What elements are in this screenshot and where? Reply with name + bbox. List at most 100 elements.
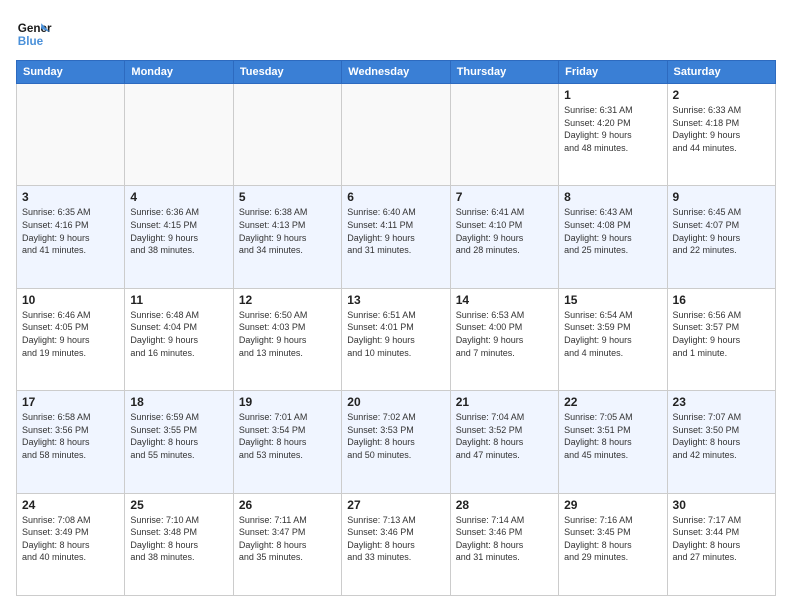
calendar-cell: 5 Sunrise: 6:38 AM Sunset: 4:13 PM Daylig… — [233, 186, 341, 288]
calendar-cell: 16 Sunrise: 6:56 AM Sunset: 3:57 PM Dayli… — [667, 288, 775, 390]
calendar-week-3: 17 Sunrise: 6:58 AM Sunset: 3:56 PM Dayli… — [17, 391, 776, 493]
logo: General Blue — [16, 16, 58, 52]
day-number: 26 — [239, 498, 336, 512]
day-number: 30 — [673, 498, 770, 512]
calendar-cell — [17, 84, 125, 186]
day-info: Sunrise: 7:01 AM Sunset: 3:54 PM Dayligh… — [239, 411, 336, 461]
calendar-cell: 11 Sunrise: 6:48 AM Sunset: 4:04 PM Dayli… — [125, 288, 233, 390]
day-info: Sunrise: 6:36 AM Sunset: 4:15 PM Dayligh… — [130, 206, 227, 256]
calendar-cell: 27 Sunrise: 7:13 AM Sunset: 3:46 PM Dayli… — [342, 493, 450, 595]
day-info: Sunrise: 7:16 AM Sunset: 3:45 PM Dayligh… — [564, 514, 661, 564]
calendar-header-tuesday: Tuesday — [233, 61, 341, 84]
calendar-cell: 1 Sunrise: 6:31 AM Sunset: 4:20 PM Daylig… — [559, 84, 667, 186]
calendar-cell: 23 Sunrise: 7:07 AM Sunset: 3:50 PM Dayli… — [667, 391, 775, 493]
calendar-header-sunday: Sunday — [17, 61, 125, 84]
day-info: Sunrise: 6:41 AM Sunset: 4:10 PM Dayligh… — [456, 206, 553, 256]
day-number: 10 — [22, 293, 119, 307]
day-number: 22 — [564, 395, 661, 409]
calendar-cell — [450, 84, 558, 186]
calendar-cell: 4 Sunrise: 6:36 AM Sunset: 4:15 PM Daylig… — [125, 186, 233, 288]
calendar-cell — [342, 84, 450, 186]
day-info: Sunrise: 6:38 AM Sunset: 4:13 PM Dayligh… — [239, 206, 336, 256]
day-info: Sunrise: 7:10 AM Sunset: 3:48 PM Dayligh… — [130, 514, 227, 564]
day-info: Sunrise: 7:02 AM Sunset: 3:53 PM Dayligh… — [347, 411, 444, 461]
day-info: Sunrise: 6:35 AM Sunset: 4:16 PM Dayligh… — [22, 206, 119, 256]
day-number: 16 — [673, 293, 770, 307]
day-number: 23 — [673, 395, 770, 409]
day-number: 9 — [673, 190, 770, 204]
day-number: 3 — [22, 190, 119, 204]
day-number: 15 — [564, 293, 661, 307]
calendar-table: SundayMondayTuesdayWednesdayThursdayFrid… — [16, 60, 776, 596]
day-number: 4 — [130, 190, 227, 204]
svg-text:Blue: Blue — [18, 35, 44, 48]
logo-icon: General Blue — [16, 16, 52, 52]
calendar-cell: 6 Sunrise: 6:40 AM Sunset: 4:11 PM Daylig… — [342, 186, 450, 288]
day-number: 18 — [130, 395, 227, 409]
calendar-cell: 21 Sunrise: 7:04 AM Sunset: 3:52 PM Dayli… — [450, 391, 558, 493]
day-info: Sunrise: 6:58 AM Sunset: 3:56 PM Dayligh… — [22, 411, 119, 461]
day-info: Sunrise: 7:13 AM Sunset: 3:46 PM Dayligh… — [347, 514, 444, 564]
calendar-week-1: 3 Sunrise: 6:35 AM Sunset: 4:16 PM Daylig… — [17, 186, 776, 288]
day-info: Sunrise: 6:54 AM Sunset: 3:59 PM Dayligh… — [564, 309, 661, 359]
day-number: 12 — [239, 293, 336, 307]
day-number: 14 — [456, 293, 553, 307]
day-info: Sunrise: 6:40 AM Sunset: 4:11 PM Dayligh… — [347, 206, 444, 256]
calendar-cell: 2 Sunrise: 6:33 AM Sunset: 4:18 PM Daylig… — [667, 84, 775, 186]
day-number: 7 — [456, 190, 553, 204]
calendar-week-2: 10 Sunrise: 6:46 AM Sunset: 4:05 PM Dayli… — [17, 288, 776, 390]
calendar-cell: 12Sunrise: 6:50 AM Sunset: 4:03 PM Dayli… — [233, 288, 341, 390]
calendar-header-monday: Monday — [125, 61, 233, 84]
day-info: Sunrise: 6:56 AM Sunset: 3:57 PM Dayligh… — [673, 309, 770, 359]
day-info: Sunrise: 7:17 AM Sunset: 3:44 PM Dayligh… — [673, 514, 770, 564]
calendar-header-wednesday: Wednesday — [342, 61, 450, 84]
day-number: 6 — [347, 190, 444, 204]
calendar-header-row: SundayMondayTuesdayWednesdayThursdayFrid… — [17, 61, 776, 84]
calendar-cell: 9 Sunrise: 6:45 AM Sunset: 4:07 PM Daylig… — [667, 186, 775, 288]
calendar-cell: 25 Sunrise: 7:10 AM Sunset: 3:48 PM Dayli… — [125, 493, 233, 595]
day-number: 24 — [22, 498, 119, 512]
calendar-cell: 24 Sunrise: 7:08 AM Sunset: 3:49 PM Dayli… — [17, 493, 125, 595]
day-info: Sunrise: 6:48 AM Sunset: 4:04 PM Dayligh… — [130, 309, 227, 359]
day-info: Sunrise: 6:45 AM Sunset: 4:07 PM Dayligh… — [673, 206, 770, 256]
day-number: 21 — [456, 395, 553, 409]
day-info: Sunrise: 6:43 AM Sunset: 4:08 PM Dayligh… — [564, 206, 661, 256]
calendar-cell: 18 Sunrise: 6:59 AM Sunset: 3:55 PM Dayli… — [125, 391, 233, 493]
calendar-week-0: 1 Sunrise: 6:31 AM Sunset: 4:20 PM Daylig… — [17, 84, 776, 186]
day-number: 1 — [564, 88, 661, 102]
day-info: Sunrise: 7:05 AM Sunset: 3:51 PM Dayligh… — [564, 411, 661, 461]
svg-text:General: General — [18, 22, 52, 35]
calendar-cell: 19 Sunrise: 7:01 AM Sunset: 3:54 PM Dayli… — [233, 391, 341, 493]
day-info: Sunrise: 7:04 AM Sunset: 3:52 PM Dayligh… — [456, 411, 553, 461]
calendar-cell: 3 Sunrise: 6:35 AM Sunset: 4:16 PM Daylig… — [17, 186, 125, 288]
day-number: 17 — [22, 395, 119, 409]
calendar-cell: 28Sunrise: 7:14 AM Sunset: 3:46 PM Dayli… — [450, 493, 558, 595]
calendar-cell: 14Sunrise: 6:53 AM Sunset: 4:00 PM Dayli… — [450, 288, 558, 390]
day-number: 5 — [239, 190, 336, 204]
day-info: Sunrise: 7:08 AM Sunset: 3:49 PM Dayligh… — [22, 514, 119, 564]
calendar-cell: 26Sunrise: 7:11 AM Sunset: 3:47 PM Dayli… — [233, 493, 341, 595]
day-number: 29 — [564, 498, 661, 512]
calendar-cell: 29 Sunrise: 7:16 AM Sunset: 3:45 PM Dayli… — [559, 493, 667, 595]
calendar-cell: 13Sunrise: 6:51 AM Sunset: 4:01 PM Dayli… — [342, 288, 450, 390]
calendar-header-saturday: Saturday — [667, 61, 775, 84]
day-number: 11 — [130, 293, 227, 307]
calendar-week-4: 24 Sunrise: 7:08 AM Sunset: 3:49 PM Dayli… — [17, 493, 776, 595]
day-info: Sunrise: 6:33 AM Sunset: 4:18 PM Dayligh… — [673, 104, 770, 154]
day-number: 19 — [239, 395, 336, 409]
calendar-cell: 8 Sunrise: 6:43 AM Sunset: 4:08 PM Daylig… — [559, 186, 667, 288]
day-info: Sunrise: 7:14 AM Sunset: 3:46 PM Dayligh… — [456, 514, 553, 564]
calendar-cell: 22 Sunrise: 7:05 AM Sunset: 3:51 PM Dayli… — [559, 391, 667, 493]
day-number: 8 — [564, 190, 661, 204]
calendar-header-thursday: Thursday — [450, 61, 558, 84]
day-info: Sunrise: 6:59 AM Sunset: 3:55 PM Dayligh… — [130, 411, 227, 461]
day-info: Sunrise: 7:07 AM Sunset: 3:50 PM Dayligh… — [673, 411, 770, 461]
day-info: Sunrise: 6:46 AM Sunset: 4:05 PM Dayligh… — [22, 309, 119, 359]
header: General Blue — [16, 16, 776, 52]
day-number: 2 — [673, 88, 770, 102]
calendar-cell: 30 Sunrise: 7:17 AM Sunset: 3:44 PM Dayli… — [667, 493, 775, 595]
day-info: Sunrise: 6:31 AM Sunset: 4:20 PM Dayligh… — [564, 104, 661, 154]
day-number: 27 — [347, 498, 444, 512]
calendar-cell: 17 Sunrise: 6:58 AM Sunset: 3:56 PM Dayli… — [17, 391, 125, 493]
day-number: 25 — [130, 498, 227, 512]
